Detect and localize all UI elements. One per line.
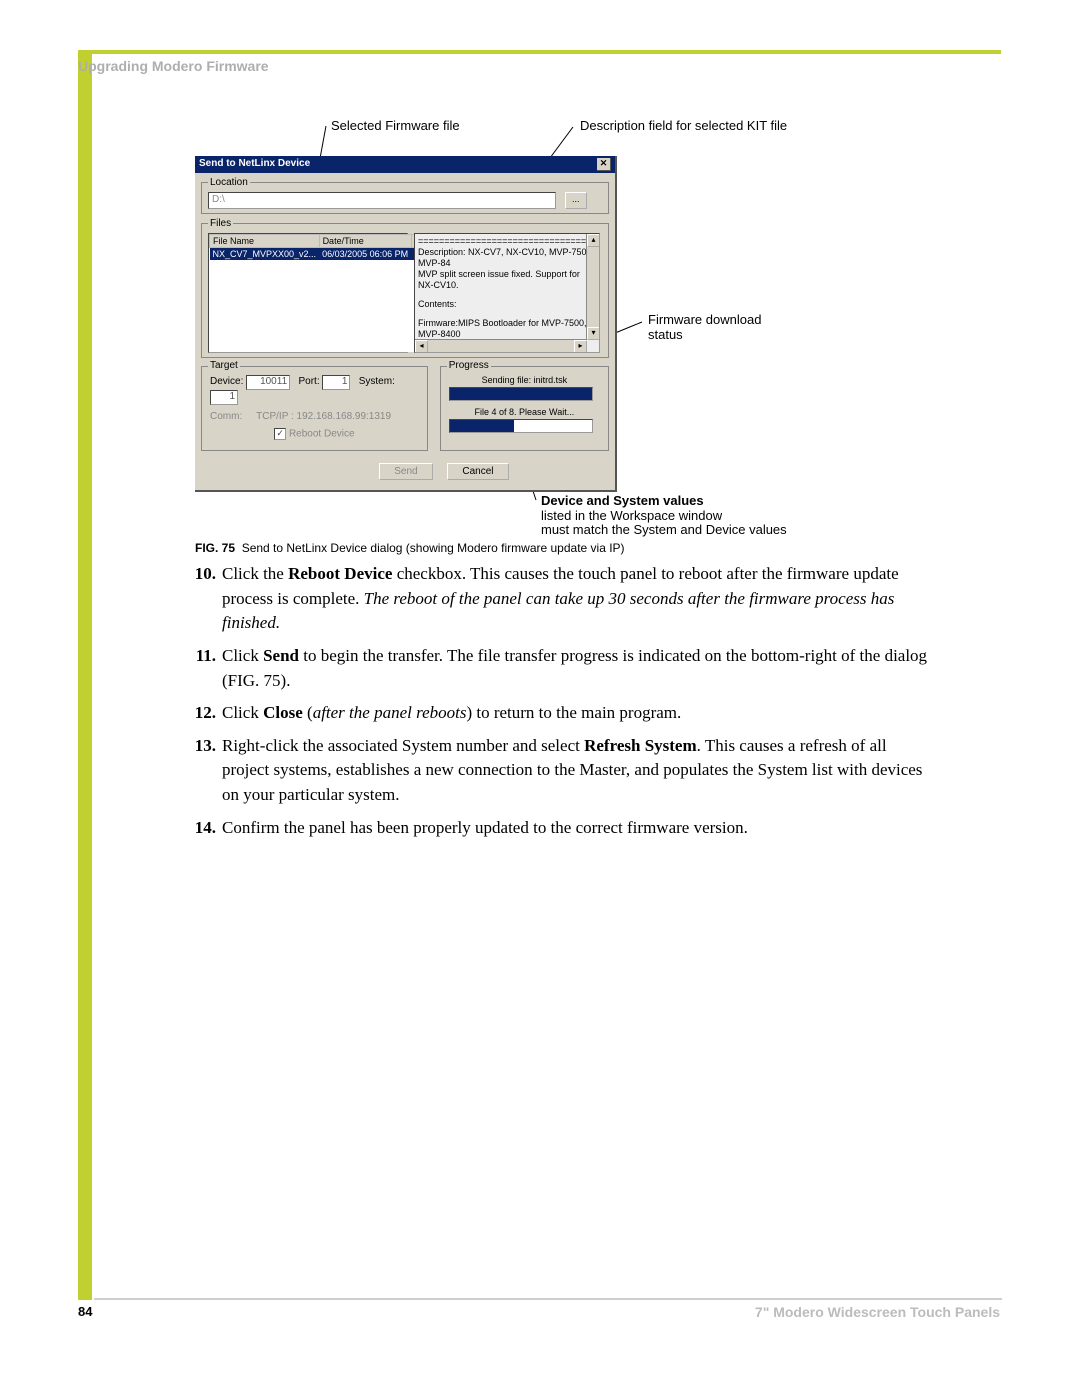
progress-box: Progress Sending file: initrd.tsk File 4… [440,366,609,451]
desc-line: Description: NX-CV7, NX-CV10, MVP-7500, … [418,247,596,269]
comm-value: TCP/IP : 192.168.168.99:1319 [256,411,391,422]
desc-line: Firmware:MIPS Bootloader for MVP-7500, M… [418,318,596,340]
t: Right-click the associated System number… [222,736,584,755]
scrollbar-h[interactable]: ◂▸ [415,339,587,352]
callout-devsys-2: must match the System and Device values [541,522,787,537]
file-row-selected[interactable]: NX_CV7_MVPXX00_v2... 06/03/2005 06:06 PM… [210,248,447,261]
target-label: Target [208,360,240,371]
comm-label: Comm: [210,411,242,422]
dialog-titlebar[interactable]: Send to NetLinx Device ✕ [195,156,615,173]
col-datetime[interactable]: Date/Time [319,235,411,248]
t: Close [263,703,303,722]
callout-firmware: Selected Firmware file [331,118,460,133]
close-icon[interactable]: ✕ [597,158,611,171]
description-box[interactable]: =================================== Desc… [414,233,600,353]
system-label: System: [359,376,395,387]
reboot-label: Reboot Device [289,429,355,440]
page-number: 84 [78,1304,92,1319]
send-to-netlinx-dialog: Send to NetLinx Device ✕ Location D:\ ..… [195,156,617,492]
progress-file: File 4 of 8. Please Wait... [449,407,600,417]
progress-bar-1 [449,387,593,401]
callout-dl-status-1: Firmware download [648,312,761,327]
step-num: 12. [186,701,216,726]
t: Send [263,646,299,665]
step-12: 12. Click Close (after the panel reboots… [186,701,936,726]
step-10: 10. Click the Reboot Device checkbox. Th… [186,562,936,636]
send-button[interactable]: Send [379,463,432,480]
browse-button[interactable]: ... [565,192,587,209]
desc-line: MVP split screen issue fixed. Support fo… [418,269,596,291]
section-header: Upgrading Modero Firmware [78,58,269,74]
files-fieldset: Files File Name Date/Time Size(... NX_CV… [201,218,609,358]
t: Click [222,703,263,722]
side-bar-top [78,50,92,1300]
port-label: Port: [298,376,319,387]
device-label: Device: [210,376,243,387]
callout-dl-status-2: status [648,327,683,342]
t: ) to return to the main program. [466,703,681,722]
step-13: 13. Right-click the associated System nu… [186,734,936,808]
callout-devsys-1: listed in the Workspace window [541,508,722,523]
instruction-list: 10. Click the Reboot Device checkbox. Th… [186,562,936,848]
t: Reboot Device [288,564,392,583]
cell-filename: NX_CV7_MVPXX00_v2... [210,248,320,261]
port-input[interactable]: 1 [322,375,350,390]
callout-devsys-title: Device and System values [541,493,704,508]
step-14: 14. Confirm the panel has been properly … [186,816,936,841]
t: to begin the transfer. The file transfer… [222,646,927,690]
progress-sending: Sending file: initrd.tsk [449,375,600,385]
step-num: 10. [186,562,216,636]
t: ( [303,703,313,722]
dialog-title: Send to NetLinx Device [199,158,310,171]
footer-rule [94,1298,1002,1300]
system-input[interactable]: 1 [210,390,238,405]
step-11: 11. Click Send to begin the transfer. Th… [186,644,936,693]
scrollbar-v[interactable]: ▴ ▾ [586,234,599,340]
callout-description: Description field for selected KIT file [580,118,787,133]
target-box: Target Device: 10011 Port: 1 System: 1 C… [201,366,428,451]
step-num: 13. [186,734,216,808]
progress-bar-2 [449,419,593,433]
files-table[interactable]: File Name Date/Time Size(... NX_CV7_MVPX… [208,233,408,353]
progress-label: Progress [447,360,491,371]
t: Confirm the panel has been properly upda… [222,818,748,837]
location-fieldset: Location D:\ ... [201,177,609,214]
reboot-checkbox[interactable]: ✓ [274,428,286,440]
col-filename[interactable]: File Name [210,235,320,248]
step-num: 11. [186,644,216,693]
cell-datetime: 06/03/2005 06:06 PM [319,248,411,261]
t: after the panel reboots [313,703,467,722]
step-num: 14. [186,816,216,841]
desc-line: Contents: [418,299,596,310]
footer-title: 7" Modero Widescreen Touch Panels [755,1304,1000,1320]
files-label: Files [208,218,233,229]
t: Click [222,646,263,665]
t: Refresh System [584,736,697,755]
location-label: Location [208,177,250,188]
t: Click the [222,564,288,583]
location-input[interactable]: D:\ [208,192,556,209]
device-input[interactable]: 10011 [246,375,290,390]
header-rule [78,50,1001,54]
figure-caption: FIG. 75 FIG. 75 Send to NetLinx Device d… [195,541,625,555]
cancel-button[interactable]: Cancel [447,463,508,480]
desc-line: =================================== [418,236,596,247]
